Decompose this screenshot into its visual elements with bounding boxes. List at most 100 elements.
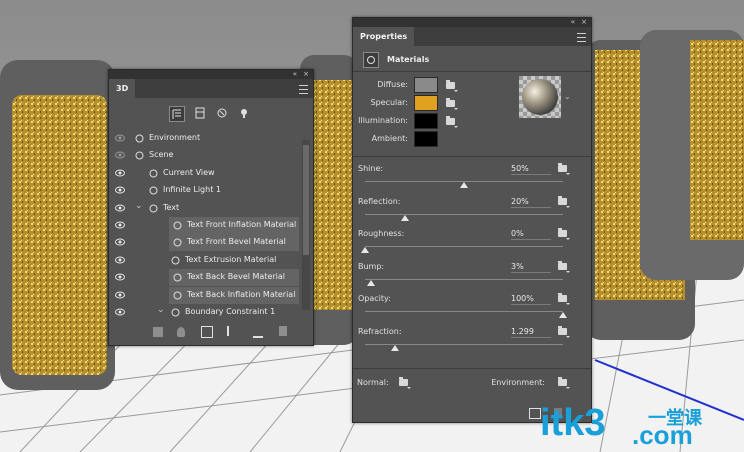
slider-value-field[interactable]: 1.299 bbox=[511, 326, 551, 338]
properties-tabs: Properties bbox=[353, 27, 591, 46]
diffuse-texture-icon[interactable] bbox=[446, 80, 458, 92]
layer-row[interactable]: ⌄ Boundary Constraint 1 bbox=[109, 304, 299, 318]
layer-row[interactable]: Scene bbox=[109, 147, 299, 164]
environment-texture-icon[interactable] bbox=[558, 377, 570, 389]
light-icon bbox=[149, 186, 158, 195]
layer-label: Text Extrusion Material bbox=[185, 254, 277, 264]
visibility-eye-icon[interactable] bbox=[115, 204, 125, 212]
slider-track[interactable] bbox=[365, 246, 563, 247]
layer-label: Infinite Light 1 bbox=[163, 185, 221, 195]
scene-icon bbox=[135, 151, 144, 160]
filter-material-icon[interactable] bbox=[215, 106, 229, 120]
layer-row[interactable]: Environment bbox=[109, 130, 299, 147]
ambient-swatch[interactable] bbox=[414, 131, 438, 147]
layer-row[interactable]: Text Back Bevel Material bbox=[115, 269, 299, 287]
slider-thumb[interactable] bbox=[361, 247, 369, 253]
diffuse-swatch[interactable] bbox=[414, 77, 438, 93]
viewport-3d[interactable]: « × 3D Environment Scene Current View Infin… bbox=[0, 0, 744, 452]
materials-icon bbox=[363, 52, 379, 68]
visibility-eye-icon[interactable] bbox=[115, 151, 125, 159]
render-icon[interactable] bbox=[201, 326, 213, 338]
illumination-texture-icon[interactable] bbox=[446, 116, 458, 128]
slider-value-field[interactable]: 20% bbox=[511, 196, 551, 208]
slider-value-field[interactable]: 100% bbox=[511, 293, 551, 305]
material-preview[interactable] bbox=[519, 76, 561, 118]
visibility-eye-icon[interactable] bbox=[115, 273, 125, 281]
diffuse-label: Diffuse: bbox=[377, 80, 408, 89]
normal-texture-icon[interactable] bbox=[399, 377, 411, 389]
layers-scrollbar[interactable] bbox=[302, 140, 310, 310]
slider-thumb[interactable] bbox=[366, 279, 375, 286]
filter-mesh-icon[interactable] bbox=[193, 106, 207, 120]
tab-3d[interactable]: 3D bbox=[109, 79, 136, 98]
drop-to-plane-icon[interactable] bbox=[227, 326, 229, 336]
slider-label: Opacity: bbox=[358, 294, 391, 303]
new-light-icon[interactable] bbox=[253, 326, 263, 338]
layers-list[interactable]: Environment Scene Current View Infinite Lig… bbox=[109, 128, 313, 318]
expand-chevron-icon[interactable]: ⌄ bbox=[157, 305, 165, 315]
layer-row[interactable]: Text Front Bevel Material bbox=[115, 234, 299, 252]
slider-texture-icon[interactable] bbox=[558, 228, 570, 240]
specular-texture-icon[interactable] bbox=[446, 98, 458, 110]
filter-scene-icon[interactable] bbox=[169, 106, 185, 122]
slider-texture-icon[interactable] bbox=[558, 163, 570, 175]
slider-track[interactable] bbox=[365, 213, 563, 215]
visibility-eye-icon[interactable] bbox=[115, 308, 125, 316]
close-icon[interactable]: × bbox=[303, 70, 309, 79]
filter-light-icon[interactable] bbox=[237, 106, 251, 120]
slider-label: Bump: bbox=[358, 261, 385, 271]
scrollbar-thumb[interactable] bbox=[303, 145, 309, 255]
mesh-footer-icon[interactable] bbox=[153, 327, 163, 337]
slider-value-field[interactable]: 50% bbox=[511, 163, 551, 175]
panel-menu-icon[interactable] bbox=[577, 33, 586, 42]
slider-texture-icon[interactable] bbox=[558, 195, 570, 208]
slider-texture-icon[interactable] bbox=[558, 325, 570, 338]
slider-thumb[interactable] bbox=[460, 182, 468, 188]
slider-track[interactable] bbox=[365, 278, 563, 280]
slider-track[interactable] bbox=[365, 311, 563, 312]
visibility-eye-icon[interactable] bbox=[115, 291, 125, 299]
panel-menu-icon[interactable] bbox=[299, 85, 308, 94]
layer-label: Text Back Inflation Material bbox=[187, 289, 296, 299]
layer-row[interactable]: Text Extrusion Material bbox=[109, 252, 299, 269]
layer-row[interactable]: Text Front Inflation Material bbox=[115, 217, 299, 234]
visibility-eye-icon[interactable] bbox=[115, 186, 125, 194]
expand-chevron-icon[interactable]: ⌄ bbox=[135, 201, 143, 211]
visibility-eye-icon[interactable] bbox=[115, 221, 125, 229]
specular-swatch[interactable] bbox=[414, 95, 438, 111]
slider-value-field[interactable]: 0% bbox=[511, 228, 551, 240]
visibility-eye-icon[interactable] bbox=[115, 256, 125, 264]
slider-thumb[interactable] bbox=[390, 344, 399, 351]
collapse-icon[interactable]: « bbox=[571, 18, 575, 27]
layer-row[interactable]: Current View bbox=[109, 165, 299, 182]
tab-properties[interactable]: Properties bbox=[353, 27, 415, 46]
slider-label: Roughness: bbox=[358, 229, 405, 238]
layer-label: Boundary Constraint 1 bbox=[185, 307, 276, 316]
materials-title: Materials bbox=[387, 55, 430, 64]
slider-label: Shine: bbox=[358, 164, 384, 173]
collapse-icon[interactable]: « bbox=[293, 70, 297, 79]
illumination-label: Illumination: bbox=[358, 116, 408, 125]
layer-row[interactable]: Text Back Inflation Material bbox=[115, 286, 299, 304]
layer-row[interactable]: ⌄ Text bbox=[109, 200, 299, 217]
trash-icon[interactable] bbox=[279, 326, 287, 336]
preview-dropdown-icon[interactable]: ⌄ bbox=[564, 92, 571, 101]
visibility-eye-icon[interactable] bbox=[115, 134, 125, 142]
watermark: itk3 .com 一堂课 bbox=[540, 400, 744, 452]
illumination-swatch[interactable] bbox=[414, 113, 438, 129]
slider-texture-icon[interactable] bbox=[558, 260, 570, 273]
slider-thumb[interactable] bbox=[400, 214, 409, 221]
close-icon[interactable]: × bbox=[581, 18, 587, 27]
panel-3d: « × 3D Environment Scene Current View Infin… bbox=[108, 69, 314, 346]
constraint-icon bbox=[171, 308, 180, 317]
slider-label: Reflection: bbox=[358, 196, 401, 206]
layer-row[interactable]: Infinite Light 1 bbox=[109, 182, 299, 199]
material-icon bbox=[173, 221, 182, 230]
visibility-eye-icon[interactable] bbox=[115, 238, 125, 246]
light-footer-icon[interactable] bbox=[177, 327, 185, 337]
slider-texture-icon[interactable] bbox=[558, 293, 570, 305]
visibility-eye-icon[interactable] bbox=[115, 169, 125, 177]
slider-value-field[interactable]: 3% bbox=[511, 261, 551, 273]
slider-thumb[interactable] bbox=[559, 312, 567, 318]
properties-topbar: « × bbox=[353, 18, 591, 27]
